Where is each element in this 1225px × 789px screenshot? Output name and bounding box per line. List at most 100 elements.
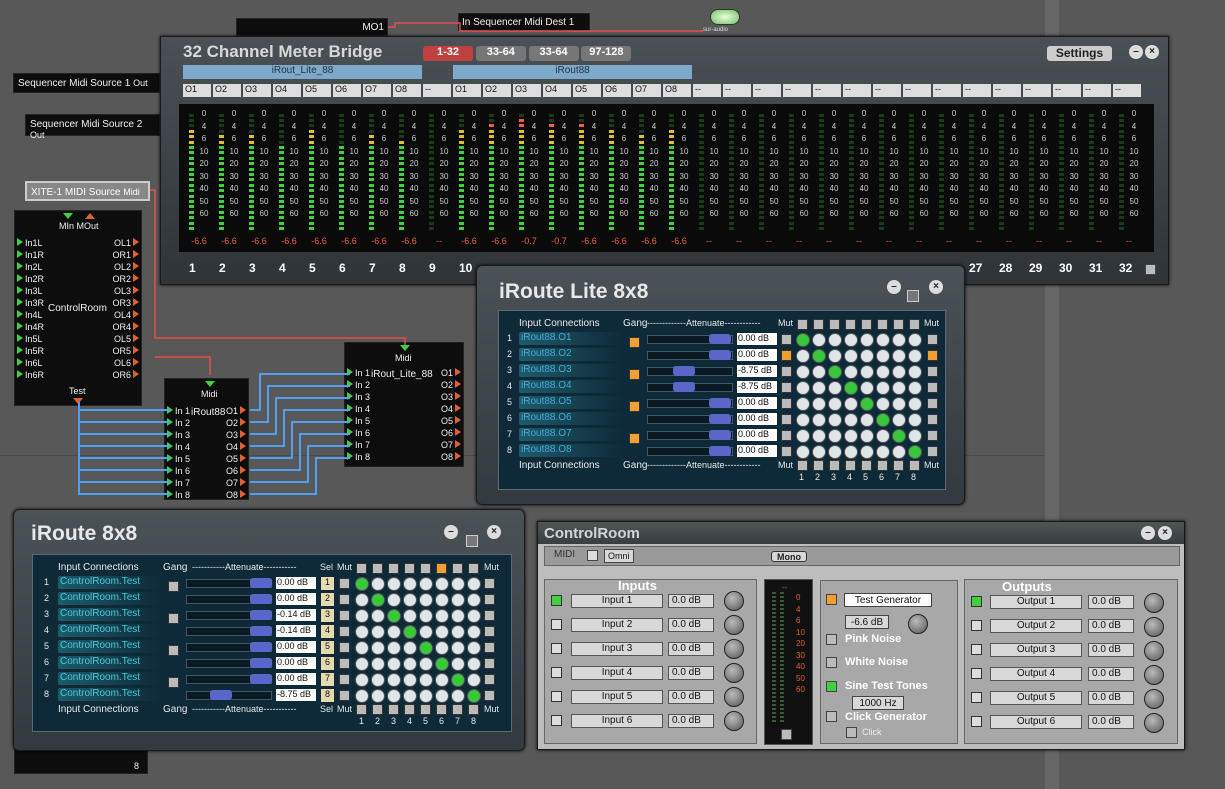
route-node[interactable]	[451, 577, 465, 591]
slider-handle[interactable]	[709, 414, 731, 424]
cr-mono-button[interactable]: Mono	[771, 551, 807, 562]
route-node[interactable]	[812, 397, 826, 411]
route-node[interactable]	[451, 657, 465, 671]
iroute-minimize-icon[interactable]: –	[444, 525, 458, 539]
mute-toggle[interactable]	[339, 594, 350, 605]
route-node[interactable]	[435, 657, 449, 671]
out-mute-toggle[interactable]	[927, 446, 938, 457]
route-node[interactable]	[403, 593, 417, 607]
column-mute[interactable]	[436, 563, 447, 574]
white-noise-checkbox[interactable]	[826, 657, 837, 668]
output-enable-checkbox[interactable]	[971, 668, 982, 679]
slider-handle[interactable]	[673, 366, 695, 376]
column-mute-bottom[interactable]	[797, 460, 808, 471]
route-node[interactable]	[435, 625, 449, 639]
mute-toggle[interactable]	[781, 350, 792, 361]
route-node[interactable]	[812, 381, 826, 395]
settings-button[interactable]: Settings	[1047, 46, 1112, 61]
route-node[interactable]	[419, 657, 433, 671]
mute-toggle[interactable]	[339, 578, 350, 589]
route-node[interactable]	[876, 429, 890, 443]
column-mute-bottom[interactable]	[845, 460, 856, 471]
column-mute-bottom[interactable]	[404, 704, 415, 715]
output-name-field[interactable]: Output 5	[990, 691, 1082, 705]
route-node[interactable]	[860, 365, 874, 379]
route-node[interactable]	[467, 593, 481, 607]
route-node[interactable]	[467, 577, 481, 591]
route-node[interactable]	[387, 625, 401, 639]
slider-handle[interactable]	[709, 350, 731, 360]
route-node[interactable]	[828, 397, 842, 411]
slider-handle[interactable]	[250, 610, 272, 620]
route-node[interactable]	[403, 577, 417, 591]
column-mute[interactable]	[420, 563, 431, 574]
input-gain-field[interactable]: 0.0 dB	[668, 714, 714, 728]
test-generator-checkbox[interactable]	[826, 594, 837, 605]
input-connection[interactable]: iRout88.O5	[519, 396, 623, 409]
attenuate-value[interactable]: 0.00 dB	[276, 577, 316, 589]
input-connection[interactable]: ControlRoom.Test	[58, 624, 162, 637]
column-mute-bottom[interactable]	[893, 460, 904, 471]
slider-handle[interactable]	[250, 658, 272, 668]
select-button[interactable]: 8	[321, 689, 334, 702]
out-mute-toggle[interactable]	[927, 334, 938, 345]
gang-toggle[interactable]	[168, 613, 179, 624]
select-button[interactable]: 3	[321, 609, 334, 622]
mute-toggle[interactable]	[781, 398, 792, 409]
input-connection[interactable]: iRout88.O6	[519, 412, 623, 425]
route-node[interactable]	[860, 413, 874, 427]
route-node[interactable]	[355, 593, 369, 607]
iroute-copy-icon[interactable]	[466, 535, 478, 547]
slider-handle[interactable]	[250, 642, 272, 652]
gang-toggle[interactable]	[629, 369, 640, 380]
route-node[interactable]	[892, 365, 906, 379]
column-mute[interactable]	[452, 563, 463, 574]
route-node[interactable]	[419, 593, 433, 607]
route-node[interactable]	[371, 689, 385, 703]
mute-toggle[interactable]	[339, 610, 350, 621]
route-node[interactable]	[355, 609, 369, 623]
route-node[interactable]	[892, 397, 906, 411]
route-node[interactable]	[892, 413, 906, 427]
route-node[interactable]	[371, 577, 385, 591]
gang-toggle[interactable]	[629, 401, 640, 412]
route-node[interactable]	[371, 657, 385, 671]
input-gain-field[interactable]: 0.0 dB	[668, 642, 714, 656]
column-mute-bottom[interactable]	[468, 704, 479, 715]
input-connection[interactable]: ControlRoom.Test	[58, 688, 162, 701]
out-mute-toggle[interactable]	[927, 350, 938, 361]
attenuate-value[interactable]: 0.00 dB	[276, 657, 316, 669]
column-mute[interactable]	[813, 319, 824, 330]
route-node[interactable]	[796, 397, 810, 411]
input-gain-knob[interactable]	[724, 639, 744, 659]
input-enable-checkbox[interactable]	[551, 667, 562, 678]
route-node[interactable]	[387, 609, 401, 623]
route-node[interactable]	[387, 673, 401, 687]
mute-toggle[interactable]	[781, 382, 792, 393]
route-node[interactable]	[435, 689, 449, 703]
meter-bridge-window[interactable]: 32 Channel Meter Bridge 1-32 33-64 33-64…	[160, 36, 1169, 285]
column-mute[interactable]	[845, 319, 856, 330]
slider-handle[interactable]	[673, 382, 695, 392]
mute-toggle[interactable]	[781, 366, 792, 377]
output-gain-knob[interactable]	[1144, 593, 1164, 613]
route-node[interactable]	[387, 689, 401, 703]
out-mute-toggle[interactable]	[484, 642, 495, 653]
input-enable-checkbox[interactable]	[551, 643, 562, 654]
route-node[interactable]	[355, 641, 369, 655]
route-node[interactable]	[355, 577, 369, 591]
slider-handle[interactable]	[709, 430, 731, 440]
column-mute[interactable]	[797, 319, 808, 330]
route-node[interactable]	[844, 397, 858, 411]
input-connection[interactable]: iRout88.O2	[519, 348, 623, 361]
input-gain-knob[interactable]	[724, 615, 744, 635]
bottom-node[interactable]: 8	[14, 748, 148, 774]
route-node[interactable]	[828, 413, 842, 427]
route-node[interactable]	[467, 625, 481, 639]
input-connection[interactable]: ControlRoom.Test	[58, 592, 162, 605]
route-node[interactable]	[860, 429, 874, 443]
route-node[interactable]	[908, 413, 922, 427]
out-mute-toggle[interactable]	[484, 626, 495, 637]
select-button[interactable]: 4	[321, 625, 334, 638]
column-mute[interactable]	[877, 319, 888, 330]
